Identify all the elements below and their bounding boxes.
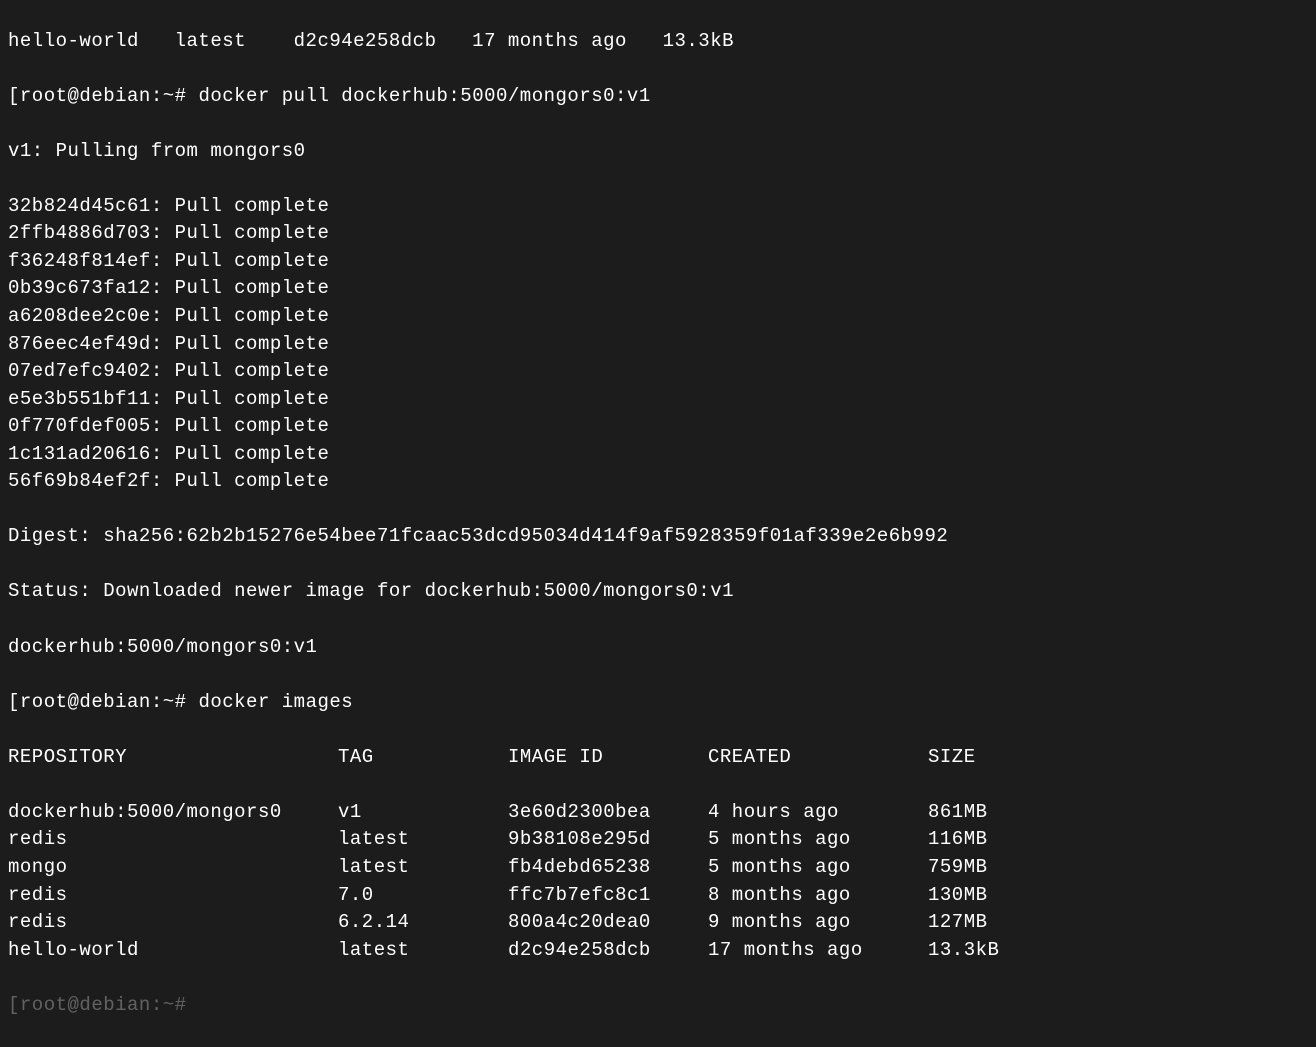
bracket-open: [ [8,85,20,107]
pull-layer-line: 1c131ad20616: Pull complete [8,441,1316,469]
pull-header: v1: Pulling from mongors0 [8,138,1316,166]
cell-image-id: d2c94e258dcb [508,937,708,965]
command-text: docker pull dockerhub:5000/mongors0:v1 [198,85,650,107]
header-image-id: IMAGE ID [508,744,708,772]
terminal-output[interactable]: hello-world latest d2c94e258dcb 17 month… [0,0,1316,1047]
table-row: mongolatestfb4debd652385 months ago759MB [8,854,1316,882]
table-row: redis6.2.14800a4c20dea09 months ago127MB [8,909,1316,937]
cell-size: 127MB [928,909,1048,937]
cell-size: 861MB [928,799,1048,827]
header-created: CREATED [708,744,928,772]
cwd: ~ [163,85,175,107]
cell-tag: v1 [338,799,508,827]
cell-tag: latest [338,854,508,882]
user-host: root@debian [20,85,151,107]
cell-repository: mongo [8,854,338,882]
table-row: dockerhub:5000/mongors0v13e60d2300bea4 h… [8,799,1316,827]
cell-image-id: ffc7b7efc8c1 [508,882,708,910]
cell-created: 17 months ago [708,937,928,965]
pull-layer-line: f36248f814ef: Pull complete [8,248,1316,276]
cell-created: 5 months ago [708,826,928,854]
partial-top-row: hello-world latest d2c94e258dcb 17 month… [8,28,1316,56]
cell-created: 9 months ago [708,909,928,937]
prompt-line-1: [root@debian:~# docker pull dockerhub:50… [8,83,1316,111]
command-text: docker images [198,691,353,713]
header-tag: TAG [338,744,508,772]
pull-layer-line: e5e3b551bf11: Pull complete [8,386,1316,414]
table-header-row: REPOSITORYTAGIMAGE IDCREATEDSIZE [8,744,1316,772]
pull-layer-line: a6208dee2c0e: Pull complete [8,303,1316,331]
cell-image-id: 800a4c20dea0 [508,909,708,937]
pull-layer-line: 56f69b84ef2f: Pull complete [8,468,1316,496]
user-host: root@debian [20,691,151,713]
cell-image-id: 9b38108e295d [508,826,708,854]
cell-repository: redis [8,826,338,854]
cell-tag: 7.0 [338,882,508,910]
cell-repository: redis [8,882,338,910]
pull-layer-line: 07ed7efc9402: Pull complete [8,358,1316,386]
pull-layer-line: 2ffb4886d703: Pull complete [8,220,1316,248]
cell-size: 759MB [928,854,1048,882]
header-repository: REPOSITORY [8,744,338,772]
cwd: ~ [163,691,175,713]
image-ref-line: dockerhub:5000/mongors0:v1 [8,634,1316,662]
cell-image-id: fb4debd65238 [508,854,708,882]
digest-line: Digest: sha256:62b2b15276e54bee71fcaac53… [8,523,1316,551]
cell-repository: redis [8,909,338,937]
pull-layer-line: 876eec4ef49d: Pull complete [8,331,1316,359]
cell-repository: hello-world [8,937,338,965]
cell-tag: latest [338,937,508,965]
cell-created: 5 months ago [708,854,928,882]
cell-repository: dockerhub:5000/mongors0 [8,799,338,827]
cell-tag: 6.2.14 [338,909,508,937]
cell-created: 8 months ago [708,882,928,910]
prompt-line-2: [root@debian:~# docker images [8,689,1316,717]
table-row: hello-worldlatestd2c94e258dcb17 months a… [8,937,1316,965]
pull-layer-line: 0b39c673fa12: Pull complete [8,275,1316,303]
cell-created: 4 hours ago [708,799,928,827]
cell-size: 13.3kB [928,937,1048,965]
prompt-line-3-partial: [root@debian:~# [8,992,1316,1020]
table-row: redislatest9b38108e295d5 months ago116MB [8,826,1316,854]
bracket-open: [ [8,691,20,713]
pull-layer-line: 0f770fdef005: Pull complete [8,413,1316,441]
cell-tag: latest [338,826,508,854]
header-size: SIZE [928,744,1048,772]
pull-layer-line: 32b824d45c61: Pull complete [8,193,1316,221]
cell-image-id: 3e60d2300bea [508,799,708,827]
cell-size: 130MB [928,882,1048,910]
table-row: redis7.0ffc7b7efc8c18 months ago130MB [8,882,1316,910]
cell-size: 116MB [928,826,1048,854]
status-line: Status: Downloaded newer image for docke… [8,578,1316,606]
